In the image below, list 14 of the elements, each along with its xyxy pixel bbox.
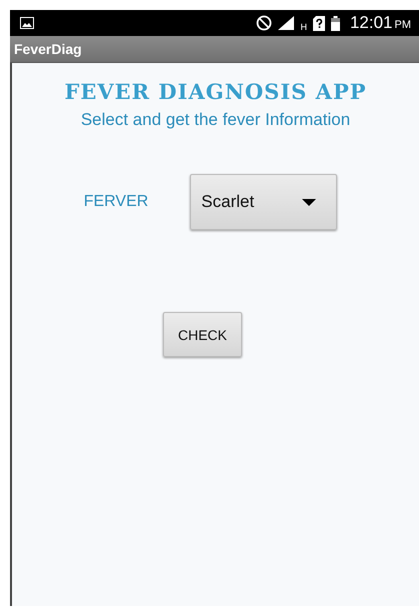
fever-label: FERVER bbox=[84, 193, 148, 211]
caret-icon bbox=[302, 198, 316, 206]
check-button[interactable]: CHECK bbox=[163, 312, 242, 357]
app-heading: FEVER DIAGNOSIS APP bbox=[64, 79, 367, 104]
app-title: FeverDiag bbox=[14, 41, 82, 57]
network-type: H bbox=[300, 22, 307, 32]
image-icon bbox=[20, 17, 34, 29]
subtitle: Select and get the fever Information bbox=[80, 110, 350, 130]
battery-icon bbox=[330, 16, 340, 30]
sim-card-icon bbox=[312, 16, 325, 30]
fever-dropdown[interactable]: Scarlet bbox=[190, 174, 338, 230]
signal-icon bbox=[278, 16, 294, 30]
clock: 12:01 PM bbox=[350, 13, 411, 33]
do-not-disturb-icon bbox=[256, 15, 272, 31]
